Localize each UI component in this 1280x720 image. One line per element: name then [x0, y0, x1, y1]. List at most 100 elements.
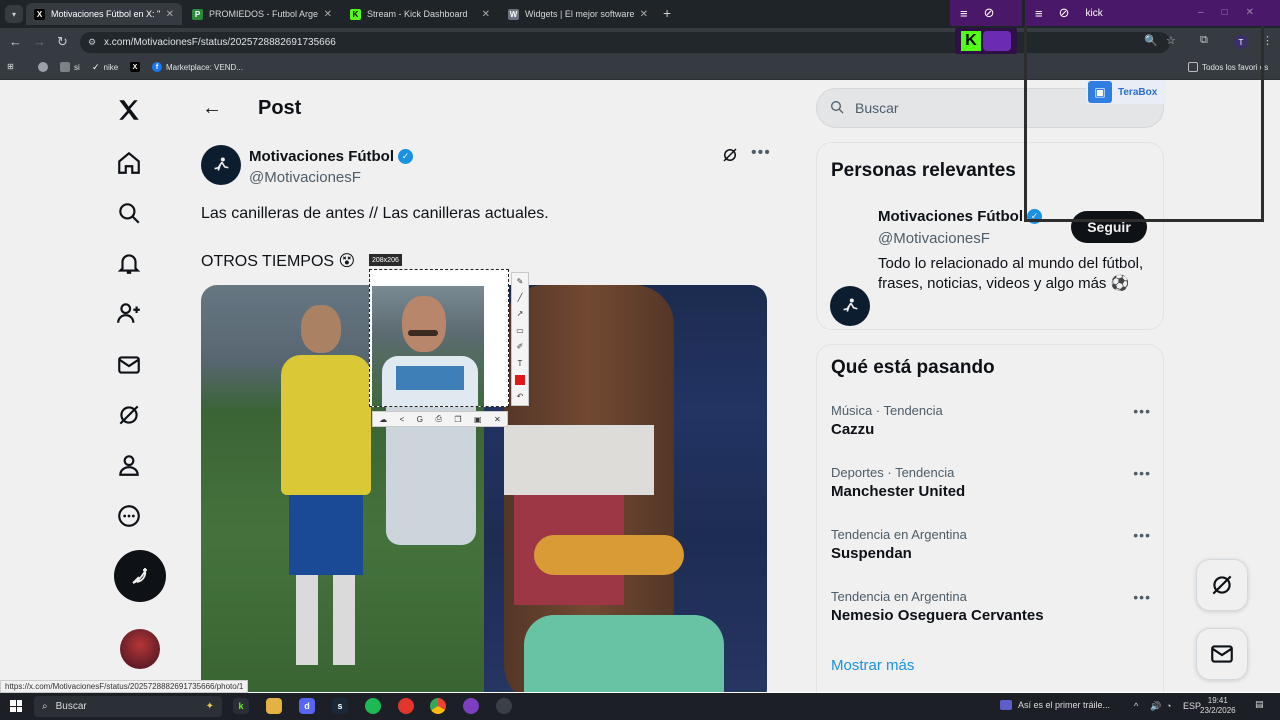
- arrow-icon[interactable]: ↗: [517, 309, 524, 318]
- x-logo-icon[interactable]: [114, 95, 144, 125]
- notifications-bell-icon[interactable]: [114, 248, 144, 278]
- relevant-name[interactable]: Motivaciones Fútbol ✓: [878, 208, 1043, 225]
- kick-logo-icon: K: [961, 31, 981, 51]
- author-name[interactable]: Motivaciones Fútbol ✓: [249, 148, 414, 165]
- notifications-icon[interactable]: ▤: [1255, 699, 1264, 710]
- tab-close-icon[interactable]: ✕: [324, 9, 332, 20]
- pen-icon[interactable]: ✎: [517, 277, 524, 286]
- bookmark-marketplace[interactable]: f Marketplace: VEND...: [152, 62, 243, 72]
- steam-icon[interactable]: s: [332, 698, 348, 714]
- upload-cloud-icon[interactable]: ☁: [379, 415, 387, 424]
- tab-kick-dashboard[interactable]: K Stream - Kick Dashboard ✕: [342, 3, 498, 25]
- relevant-avatar[interactable]: [830, 286, 870, 326]
- taskbar-search-input[interactable]: ⌕ Buscar ✦: [34, 696, 222, 717]
- trend-item[interactable]: Tendencia en Argentina Nemesio Oseguera …: [831, 589, 1151, 624]
- google-search-icon[interactable]: G: [417, 415, 423, 424]
- forward-icon[interactable]: →: [33, 34, 46, 49]
- trend-item[interactable]: Tendencia en Argentina Suspendan •••: [831, 527, 1151, 562]
- back-icon[interactable]: ←: [9, 34, 22, 49]
- overlay-window-small: ≡ ⊘: [950, 0, 1022, 26]
- capture-selection-area[interactable]: [369, 269, 509, 407]
- tab-close-icon[interactable]: ✕: [166, 9, 174, 20]
- trend-more-icon[interactable]: •••: [1133, 527, 1151, 543]
- trend-more-icon[interactable]: •••: [1133, 589, 1151, 605]
- grok-fab-button[interactable]: [1196, 559, 1248, 611]
- bookmark-globe[interactable]: [38, 62, 48, 72]
- promiedos-favicon-icon: P: [192, 8, 203, 20]
- more-options-icon[interactable]: [114, 501, 144, 531]
- copy-icon[interactable]: ❐: [454, 415, 461, 424]
- tab-close-icon[interactable]: ✕: [482, 9, 490, 20]
- new-tab-button[interactable]: +: [663, 5, 671, 21]
- bookmark-x[interactable]: X: [130, 62, 140, 72]
- compose-post-button[interactable]: [114, 550, 166, 602]
- tab-x-post[interactable]: X Motivaciones Fútbol en X: "Las ✕: [26, 3, 182, 25]
- bookmark-nike[interactable]: ✓ nike: [92, 62, 118, 73]
- twitch-app-icon[interactable]: [463, 698, 479, 714]
- bookmark-si[interactable]: si: [60, 62, 80, 72]
- trends-panel: Qué está pasando Música · Tendencia Cazz…: [816, 344, 1164, 692]
- windows-start-icon[interactable]: [10, 700, 22, 712]
- obs-icon[interactable]: [496, 698, 512, 714]
- feather-compose-icon: [132, 568, 147, 584]
- trend-item[interactable]: Deportes · Tendencia Manchester United •…: [831, 465, 1151, 500]
- grok-explain-icon[interactable]: [721, 146, 739, 169]
- kick-app-icon[interactable]: k: [233, 698, 249, 714]
- site-info-icon[interactable]: ⚙: [88, 37, 96, 48]
- tab-promiedos[interactable]: P PROMIEDOS - Futbol Argentino ✕: [184, 3, 340, 25]
- hide-eye-icon[interactable]: ⊘: [984, 5, 995, 21]
- undo-icon[interactable]: ↶: [517, 392, 524, 401]
- tray-chevron-icon[interactable]: ^: [1134, 701, 1138, 711]
- reload-icon[interactable]: ↻: [57, 34, 68, 50]
- profile-person-icon[interactable]: [114, 450, 144, 480]
- grok-icon[interactable]: [114, 400, 144, 430]
- print-icon[interactable]: ⎙: [435, 414, 441, 424]
- messages-fab-button[interactable]: [1196, 628, 1248, 680]
- more-dots-icon[interactable]: •••: [751, 144, 771, 162]
- tab-search-button[interactable]: ▾: [5, 5, 23, 23]
- messages-mail-icon[interactable]: [114, 350, 144, 380]
- close-icon[interactable]: ✕: [494, 415, 501, 424]
- network-icon[interactable]: ◔: [1166, 701, 1171, 711]
- opera-icon[interactable]: [398, 698, 414, 714]
- file-explorer-icon[interactable]: [266, 698, 282, 714]
- apps-grid-icon[interactable]: ⊞: [7, 62, 14, 71]
- share-icon[interactable]: <: [400, 415, 405, 424]
- color-swatch[interactable]: [515, 374, 525, 385]
- rectangle-icon[interactable]: ▭: [516, 326, 524, 335]
- back-arrow-icon[interactable]: ←: [202, 97, 222, 120]
- tab-title: Widgets | El mejor software pa: [525, 9, 634, 19]
- marker-icon[interactable]: ✐: [517, 342, 524, 351]
- chrome-icon[interactable]: [430, 698, 446, 714]
- footballer-logo-icon: [843, 298, 858, 312]
- language-indicator[interactable]: ESP: [1183, 701, 1201, 711]
- relevant-handle[interactable]: @MotivacionesF: [878, 230, 990, 247]
- kick-preview: K: [955, 28, 1017, 54]
- show-more-link[interactable]: Mostrar más: [831, 657, 914, 674]
- trend-more-icon[interactable]: •••: [1133, 465, 1151, 481]
- hamburger-menu-icon[interactable]: ≡: [1035, 6, 1043, 21]
- follow-add-user-icon[interactable]: [114, 298, 144, 328]
- trend-item[interactable]: Música · Tendencia Cazzu •••: [831, 403, 1151, 438]
- author-avatar[interactable]: [201, 145, 241, 185]
- tab-close-icon[interactable]: ✕: [640, 9, 648, 20]
- author-handle[interactable]: @MotivacionesF: [249, 169, 361, 186]
- explore-search-icon[interactable]: [114, 198, 144, 228]
- spotify-icon[interactable]: [365, 698, 381, 714]
- text-tool-icon[interactable]: T: [518, 359, 523, 368]
- trend-more-icon[interactable]: •••: [1133, 403, 1151, 419]
- save-icon[interactable]: ▣: [474, 415, 482, 424]
- user-avatar[interactable]: [120, 629, 160, 669]
- line-icon[interactable]: ╱: [518, 293, 523, 302]
- window-controls[interactable]: –□✕: [1198, 7, 1272, 18]
- hide-eye-icon[interactable]: ⊘: [1059, 5, 1070, 21]
- taskbar-clock[interactable]: 19:41 23/2/2026: [1200, 696, 1236, 716]
- terabox-icon: ▣: [1088, 81, 1112, 103]
- taskbar-news[interactable]: Así es el primer tráile...: [1000, 700, 1110, 710]
- volume-icon[interactable]: 🔊: [1150, 701, 1161, 712]
- discord-icon[interactable]: d: [299, 698, 315, 714]
- home-icon[interactable]: [114, 148, 144, 178]
- hamburger-menu-icon[interactable]: ≡: [960, 6, 968, 21]
- terabox-button[interactable]: ▣ TeraBox: [1086, 80, 1166, 104]
- tab-widgets[interactable]: W Widgets | El mejor software pa ✕: [500, 3, 656, 25]
